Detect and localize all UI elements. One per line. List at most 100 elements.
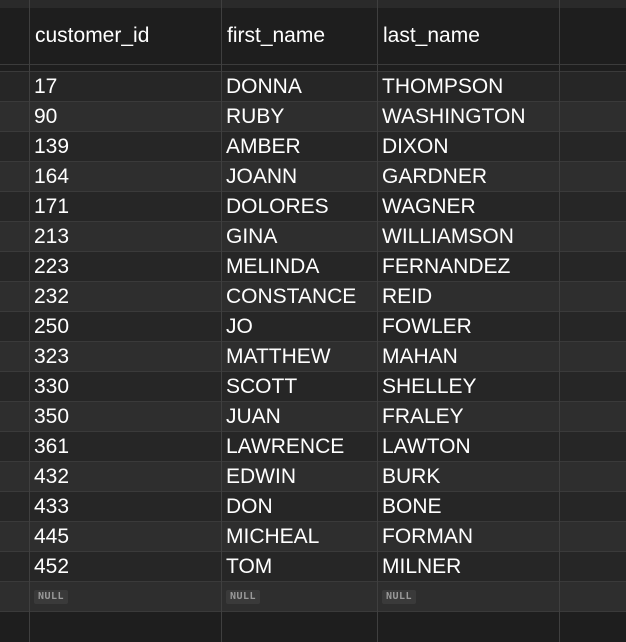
new-row-placeholder[interactable]: NULL NULL NULL xyxy=(0,582,626,612)
table-row[interactable]: 90 RUBY WASHINGTON xyxy=(0,102,626,132)
null-badge: NULL xyxy=(34,590,69,604)
cell-last-name[interactable]: BURK xyxy=(377,462,559,492)
cell-last-name[interactable]: WILLIAMSON xyxy=(377,222,559,252)
cell-first-name[interactable]: MELINDA xyxy=(221,252,377,282)
cell-last-name[interactable]: SHELLEY xyxy=(377,372,559,402)
cell-customer-id[interactable]: 452 xyxy=(29,552,221,582)
cell-customer-id[interactable]: 90 xyxy=(29,102,221,132)
cell-customer-id[interactable]: 361 xyxy=(29,432,221,462)
cell-last-name[interactable]: DIXON xyxy=(377,132,559,162)
cell-last-name[interactable]: MILNER xyxy=(377,552,559,582)
row-divider xyxy=(0,521,626,522)
row-divider xyxy=(0,131,626,132)
cell-first-name[interactable]: EDWIN xyxy=(221,462,377,492)
null-badge: NULL xyxy=(382,590,417,604)
cell-customer-id[interactable]: 223 xyxy=(29,252,221,282)
table-row[interactable]: 250 JO FOWLER xyxy=(0,312,626,342)
table-row[interactable]: 17 DONNA THOMPSON xyxy=(0,72,626,102)
row-divider xyxy=(0,191,626,192)
cell-first-name[interactable]: LAWRENCE xyxy=(221,432,377,462)
row-divider xyxy=(0,581,626,582)
cell-first-name[interactable]: RUBY xyxy=(221,102,377,132)
grid-header: customer_id first_name last_name xyxy=(0,8,626,65)
cell-customer-id[interactable]: 213 xyxy=(29,222,221,252)
cell-last-name[interactable]: THOMPSON xyxy=(377,72,559,102)
table-row[interactable]: 213 GINA WILLIAMSON xyxy=(0,222,626,252)
cell-first-name[interactable]: TOM xyxy=(221,552,377,582)
row-divider xyxy=(0,161,626,162)
row-divider xyxy=(0,221,626,222)
row-divider xyxy=(0,71,626,72)
column-divider xyxy=(377,0,378,642)
cell-customer-id[interactable]: 17 xyxy=(29,72,221,102)
cell-customer-id[interactable]: 250 xyxy=(29,312,221,342)
column-header-customer-id[interactable]: customer_id xyxy=(29,8,221,64)
cell-first-name[interactable]: SCOTT xyxy=(221,372,377,402)
table-row[interactable]: 433 DON BONE xyxy=(0,492,626,522)
table-row[interactable]: 445 MICHEAL FORMAN xyxy=(0,522,626,552)
cell-customer-id[interactable]: 323 xyxy=(29,342,221,372)
table-row[interactable]: 139 AMBER DIXON xyxy=(0,132,626,162)
cell-last-name[interactable]: FERNANDEZ xyxy=(377,252,559,282)
table-row[interactable]: 164 JOANN GARDNER xyxy=(0,162,626,192)
table-row[interactable]: 350 JUAN FRALEY xyxy=(0,402,626,432)
row-divider xyxy=(0,341,626,342)
cell-first-name[interactable]: JUAN xyxy=(221,402,377,432)
cell-first-name[interactable]: DONNA xyxy=(221,72,377,102)
cell-customer-id[interactable]: 139 xyxy=(29,132,221,162)
cell-customer-id[interactable]: 330 xyxy=(29,372,221,402)
cell-customer-id[interactable]: 432 xyxy=(29,462,221,492)
table-row[interactable]: 452 TOM MILNER xyxy=(0,552,626,582)
column-divider xyxy=(29,0,30,642)
cell-last-name[interactable]: BONE xyxy=(377,492,559,522)
table-row[interactable]: 432 EDWIN BURK xyxy=(0,462,626,492)
cell-customer-id[interactable]: 433 xyxy=(29,492,221,522)
column-header-first-name[interactable]: first_name xyxy=(221,8,377,64)
cell-last-name[interactable]: GARDNER xyxy=(377,162,559,192)
cell-first-name[interactable]: JO xyxy=(221,312,377,342)
table-row[interactable]: 330 SCOTT SHELLEY xyxy=(0,372,626,402)
table-row[interactable]: 232 CONSTANCE REID xyxy=(0,282,626,312)
cell-customer-id[interactable]: 171 xyxy=(29,192,221,222)
cell-last-name[interactable]: FORMAN xyxy=(377,522,559,552)
row-divider xyxy=(0,101,626,102)
table-row[interactable]: 361 LAWRENCE LAWTON xyxy=(0,432,626,462)
row-divider xyxy=(0,551,626,552)
cell-last-name[interactable]: WASHINGTON xyxy=(377,102,559,132)
cell-first-name[interactable]: MATTHEW xyxy=(221,342,377,372)
cell-customer-id[interactable]: 445 xyxy=(29,522,221,552)
cell-last-name[interactable]: WAGNER xyxy=(377,192,559,222)
table-row[interactable]: 223 MELINDA FERNANDEZ xyxy=(0,252,626,282)
row-divider xyxy=(0,281,626,282)
table-row[interactable]: 171 DOLORES WAGNER xyxy=(0,192,626,222)
cell-last-name[interactable]: LAWTON xyxy=(377,432,559,462)
table-row[interactable]: 323 MATTHEW MAHAN xyxy=(0,342,626,372)
column-header-last-name[interactable]: last_name xyxy=(377,8,559,64)
cell-last-name[interactable]: NULL xyxy=(377,582,559,612)
cell-customer-id[interactable]: 164 xyxy=(29,162,221,192)
row-divider xyxy=(0,401,626,402)
cell-customer-id[interactable]: NULL xyxy=(29,582,221,612)
row-divider xyxy=(0,311,626,312)
cell-first-name[interactable]: DON xyxy=(221,492,377,522)
cell-customer-id[interactable]: 232 xyxy=(29,282,221,312)
cell-first-name[interactable]: DOLORES xyxy=(221,192,377,222)
row-divider xyxy=(0,491,626,492)
cell-last-name[interactable]: REID xyxy=(377,282,559,312)
cell-first-name[interactable]: JOANN xyxy=(221,162,377,192)
cell-last-name[interactable]: FOWLER xyxy=(377,312,559,342)
cell-last-name[interactable]: FRALEY xyxy=(377,402,559,432)
row-divider xyxy=(0,461,626,462)
row-divider xyxy=(0,611,626,612)
cell-first-name[interactable]: MICHEAL xyxy=(221,522,377,552)
cell-first-name[interactable]: GINA xyxy=(221,222,377,252)
cell-customer-id[interactable]: 350 xyxy=(29,402,221,432)
column-divider xyxy=(559,0,560,642)
null-badge: NULL xyxy=(226,590,261,604)
cell-first-name[interactable]: CONSTANCE xyxy=(221,282,377,312)
cell-last-name[interactable]: MAHAN xyxy=(377,342,559,372)
cell-first-name[interactable]: AMBER xyxy=(221,132,377,162)
result-grid: customer_id first_name last_name 17 DONNA… xyxy=(0,0,626,642)
row-divider xyxy=(0,371,626,372)
cell-first-name[interactable]: NULL xyxy=(221,582,377,612)
